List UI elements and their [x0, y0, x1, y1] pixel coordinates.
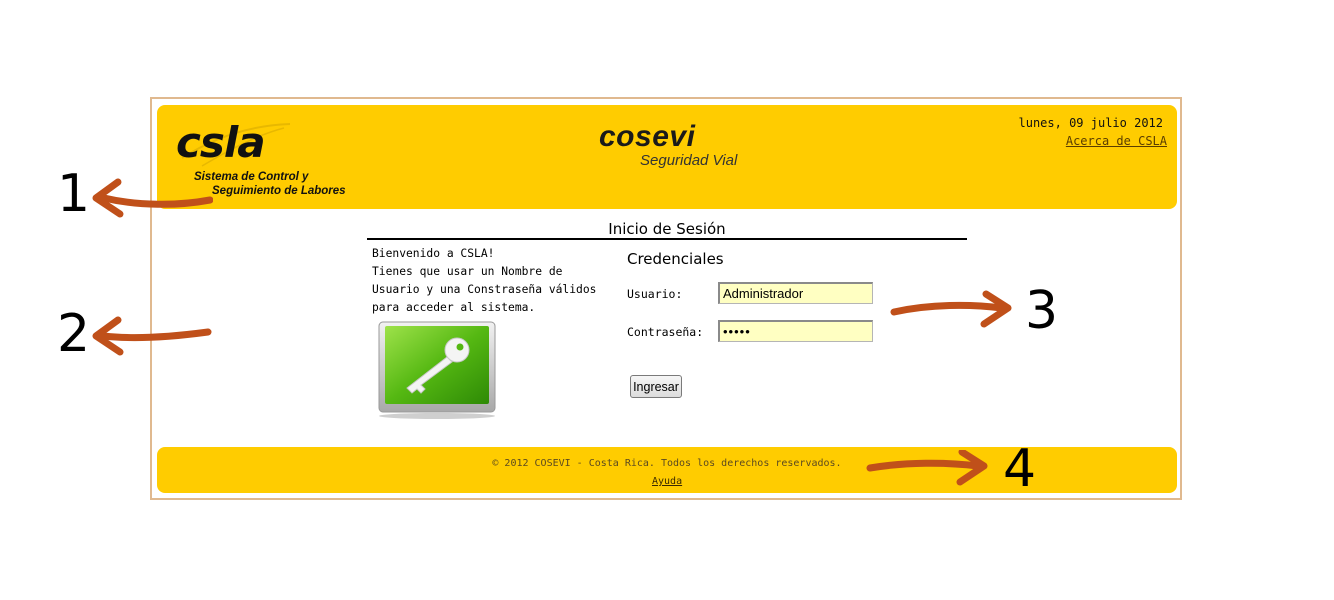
annotation-number-2: 2: [57, 304, 91, 364]
annotation-arrow-4: [866, 450, 988, 486]
annotation-number-3: 3: [1025, 281, 1059, 341]
title-divider: [367, 238, 967, 240]
csla-subtitle-line2: Seguimiento de Labores: [212, 185, 346, 197]
annotation-number-4: 4: [1003, 439, 1037, 499]
current-date: lunes, 09 julio 2012: [1018, 116, 1164, 130]
username-input[interactable]: [718, 282, 873, 304]
cosevi-logo: cosevi Seguridad Vial: [599, 120, 738, 170]
username-label: Usuario:: [627, 287, 683, 301]
about-link[interactable]: Acerca de CSLA: [1066, 134, 1167, 148]
key-icon: [377, 320, 499, 420]
page-title: Inicio de Sesión: [608, 220, 726, 238]
csla-logo-word: csla: [176, 118, 266, 167]
annotation-arrow-3: [890, 290, 1012, 328]
password-label: Contraseña:: [627, 325, 704, 339]
credentials-title: Credenciales: [627, 250, 724, 268]
annotation-number-1: 1: [57, 164, 91, 224]
login-button[interactable]: Ingresar: [630, 375, 682, 398]
welcome-message: Bienvenido a CSLA! Tienes que usar un No…: [372, 245, 612, 317]
cosevi-logo-word: cosevi: [599, 120, 696, 153]
welcome-heading: Bienvenido a CSLA!: [372, 247, 495, 260]
welcome-text: Tienes que usar un Nombre de Usuario y u…: [372, 265, 597, 314]
annotation-arrow-1: [92, 178, 213, 218]
password-input[interactable]: [718, 320, 873, 342]
csla-logo-subtitle: Sistema de Control y Seguimiento de Labo…: [194, 170, 346, 198]
help-link[interactable]: Ayuda: [652, 476, 682, 487]
annotation-arrow-2: [92, 316, 212, 356]
cosevi-logo-subtitle: Seguridad Vial: [640, 152, 738, 169]
